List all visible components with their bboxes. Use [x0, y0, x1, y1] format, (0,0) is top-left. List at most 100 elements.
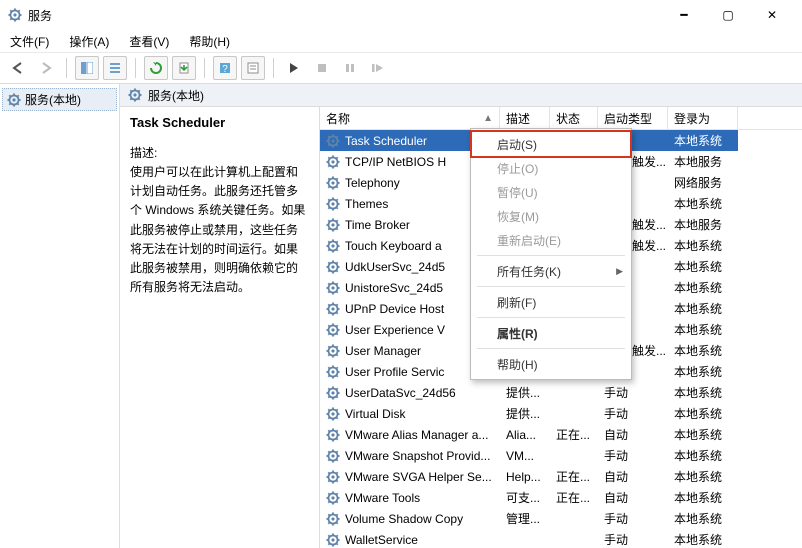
gear-icon	[326, 239, 340, 253]
tree-item-services-local[interactable]: 服务(本地)	[2, 88, 117, 111]
app-gear-icon	[8, 8, 22, 22]
menubar: 文件(F) 操作(A) 查看(V) 帮助(H)	[0, 30, 802, 53]
gear-icon	[326, 491, 340, 505]
maximize-button[interactable]: ▢	[706, 1, 750, 29]
view-details-button[interactable]	[75, 56, 99, 80]
svc-stop-button[interactable]	[310, 56, 334, 80]
cell-logon: 本地系统	[668, 298, 738, 319]
cell-state	[550, 382, 598, 403]
minimize-button[interactable]: ━	[662, 1, 706, 29]
cell-logon: 本地系统	[668, 361, 738, 382]
close-button[interactable]: ✕	[750, 1, 794, 29]
col-name[interactable]: 名称▲	[320, 107, 500, 129]
cell-logon: 本地系统	[668, 193, 738, 214]
cell-desc: 提供...	[500, 403, 550, 424]
cell-start: 手动	[598, 403, 668, 424]
gear-icon	[326, 344, 340, 358]
export-button[interactable]	[172, 56, 196, 80]
cell-logon: 本地系统	[668, 424, 738, 445]
ctx-help[interactable]: 帮助(H)	[471, 352, 631, 376]
table-row[interactable]: VMware Tools可支...正在...自动本地系统	[320, 487, 802, 508]
cell-desc: 提供...	[500, 382, 550, 403]
table-row[interactable]: Virtual Disk提供...手动本地系统	[320, 403, 802, 424]
ctx-resume[interactable]: 恢复(M)	[471, 204, 631, 228]
gear-icon	[326, 302, 340, 316]
menu-view[interactable]: 查看(V)	[125, 31, 173, 52]
cell-logon: 本地系统	[668, 340, 738, 361]
gear-icon	[326, 260, 340, 274]
cell-logon: 本地系统	[668, 319, 738, 340]
svc-start-button[interactable]	[282, 56, 306, 80]
cell-desc: Alia...	[500, 424, 550, 445]
gear-icon	[326, 323, 340, 337]
refresh-button[interactable]	[144, 56, 168, 80]
cell-name: UserDataSvc_24d56	[320, 382, 500, 403]
ctx-restart[interactable]: 重新启动(E)	[471, 228, 631, 252]
titlebar[interactable]: 服务 ━ ▢ ✕	[0, 0, 802, 30]
table-row[interactable]: WalletService手动本地系统	[320, 529, 802, 548]
svc-pause-button[interactable]	[338, 56, 362, 80]
col-start[interactable]: 启动类型	[598, 107, 668, 129]
cell-logon: 网络服务	[668, 172, 738, 193]
ctx-all-tasks[interactable]: 所有任务(K)	[471, 259, 631, 283]
cell-name: VMware Tools	[320, 487, 500, 508]
cell-start: 自动	[598, 466, 668, 487]
gear-icon	[326, 134, 340, 148]
tree-panel: 服务(本地)	[0, 84, 120, 548]
context-menu: 启动(S) 停止(O) 暂停(U) 恢复(M) 重新启动(E) 所有任务(K) …	[470, 128, 632, 380]
table-row[interactable]: VMware Alias Manager a...Alia...正在...自动本…	[320, 424, 802, 445]
cell-state	[550, 508, 598, 529]
gear-icon	[326, 218, 340, 232]
nav-forward-button[interactable]	[34, 56, 58, 80]
gear-icon	[326, 176, 340, 190]
svc-restart-button[interactable]	[366, 56, 390, 80]
ctx-properties[interactable]: 属性(R)	[471, 321, 631, 345]
ctx-start[interactable]: 启动(S)	[471, 132, 631, 156]
svg-text:?: ?	[222, 64, 228, 74]
nav-back-button[interactable]	[6, 56, 30, 80]
cell-name: VMware Alias Manager a...	[320, 424, 500, 445]
gear-icon	[326, 155, 340, 169]
table-row[interactable]: UserDataSvc_24d56提供...手动本地系统	[320, 382, 802, 403]
tree-item-label: 服务(本地)	[25, 91, 81, 108]
table-row[interactable]: VMware SVGA Helper Se...Help...正在...自动本地…	[320, 466, 802, 487]
detail-title: Task Scheduler	[130, 115, 309, 130]
cell-logon: 本地服务	[668, 151, 738, 172]
col-state[interactable]: 状态	[550, 107, 598, 129]
cell-name: VMware SVGA Helper Se...	[320, 466, 500, 487]
ctx-pause[interactable]: 暂停(U)	[471, 180, 631, 204]
gear-icon	[326, 449, 340, 463]
cell-name: Volume Shadow Copy	[320, 508, 500, 529]
table-row[interactable]: VMware Snapshot Provid...VM...手动本地系统	[320, 445, 802, 466]
cell-logon: 本地服务	[668, 214, 738, 235]
gear-icon	[326, 281, 340, 295]
menu-action[interactable]: 操作(A)	[65, 31, 113, 52]
cell-start: 手动	[598, 445, 668, 466]
cell-logon: 本地系统	[668, 529, 738, 548]
table-row[interactable]: Volume Shadow Copy管理...手动本地系统	[320, 508, 802, 529]
col-logon[interactable]: 登录为	[668, 107, 738, 129]
cell-desc: 可支...	[500, 487, 550, 508]
ctx-refresh[interactable]: 刷新(F)	[471, 290, 631, 314]
window: 服务 ━ ▢ ✕ 文件(F) 操作(A) 查看(V) 帮助(H) ?	[0, 0, 802, 548]
gear-icon	[326, 365, 340, 379]
gear-icon	[326, 470, 340, 484]
cell-state: 正在...	[550, 487, 598, 508]
cell-state	[550, 529, 598, 548]
help-button[interactable]: ?	[213, 56, 237, 80]
cell-logon: 本地系统	[668, 235, 738, 256]
ctx-stop[interactable]: 停止(O)	[471, 156, 631, 180]
main-header-label: 服务(本地)	[148, 87, 204, 104]
cell-start: 自动	[598, 487, 668, 508]
cell-logon: 本地系统	[668, 382, 738, 403]
cell-state	[550, 445, 598, 466]
cell-logon: 本地系统	[668, 487, 738, 508]
toolbar: ?	[0, 53, 802, 84]
properties-button[interactable]	[241, 56, 265, 80]
col-desc[interactable]: 描述	[500, 107, 550, 129]
cell-logon: 本地系统	[668, 466, 738, 487]
menu-file[interactable]: 文件(F)	[6, 31, 53, 52]
menu-help[interactable]: 帮助(H)	[185, 31, 234, 52]
view-list-button[interactable]	[103, 56, 127, 80]
window-title: 服务	[28, 7, 52, 24]
